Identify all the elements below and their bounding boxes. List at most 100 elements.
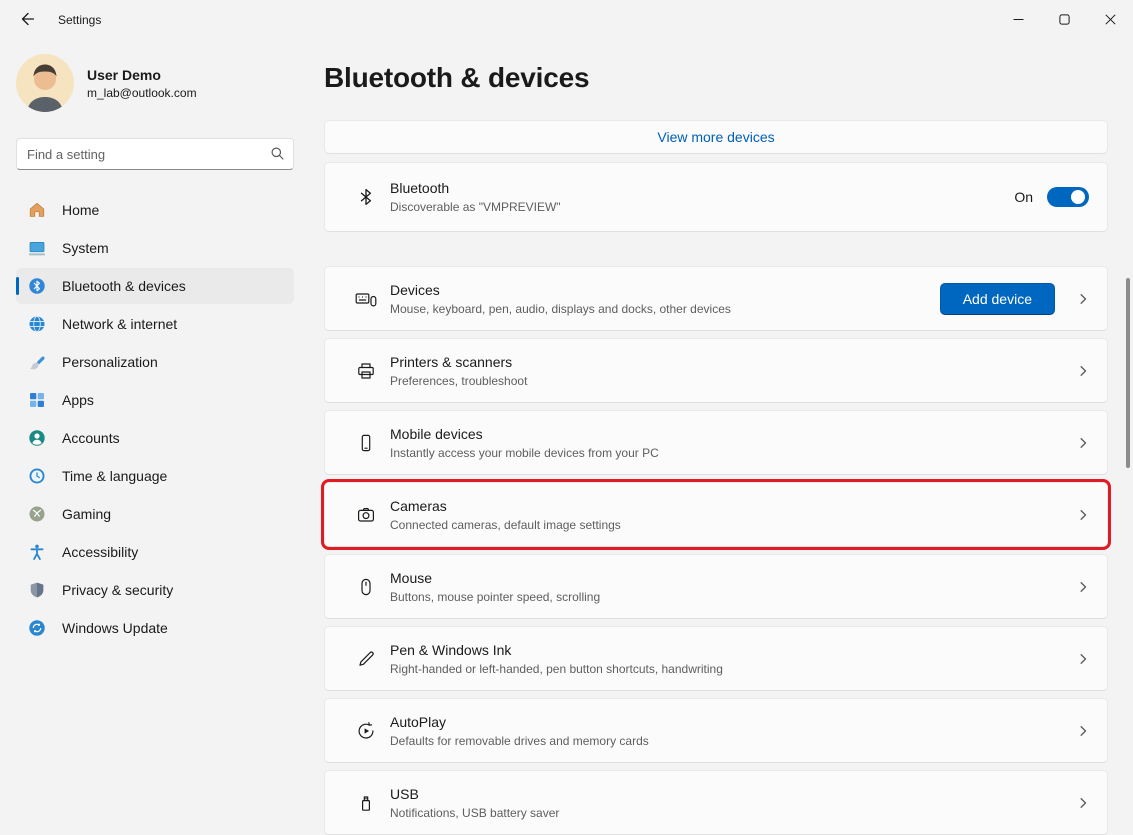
chevron-right-icon	[1077, 725, 1089, 737]
row-text: Devices Mouse, keyboard, pen, audio, dis…	[390, 282, 731, 316]
settings-row-list: Devices Mouse, keyboard, pen, audio, dis…	[324, 266, 1108, 835]
time-language-icon	[28, 467, 46, 485]
maximize-icon	[1058, 13, 1070, 28]
sidebar-item-bluetooth-devices[interactable]: Bluetooth & devices	[16, 268, 294, 304]
sidebar-item-network-internet[interactable]: Network & internet	[16, 306, 294, 342]
titlebar: Settings	[0, 0, 1133, 40]
sidebar-item-label: Accounts	[62, 430, 120, 446]
row-subtitle: Connected cameras, default image setting…	[390, 517, 621, 532]
sidebar-item-label: Bluetooth & devices	[62, 278, 186, 294]
bluetooth-toggle[interactable]	[1047, 187, 1089, 207]
mouse-icon	[355, 577, 377, 597]
row-title: Mobile devices	[390, 425, 483, 442]
user-profile[interactable]: User Demo m_lab@outlook.com	[16, 54, 294, 112]
row-title: Devices	[390, 281, 440, 298]
row-title: AutoPlay	[390, 713, 447, 730]
sidebar-item-privacy-security[interactable]: Privacy & security	[16, 572, 294, 608]
row-text: Cameras Connected cameras, default image…	[390, 498, 621, 532]
sidebar-item-time-language[interactable]: Time & language	[16, 458, 294, 494]
user-info: User Demo m_lab@outlook.com	[87, 67, 197, 100]
sidebar: User Demo m_lab@outlook.com Home System …	[0, 40, 310, 813]
row-printers-scanners[interactable]: Printers & scanners Preferences, trouble…	[324, 338, 1108, 403]
maximize-button[interactable]	[1041, 0, 1087, 40]
close-button[interactable]	[1087, 0, 1133, 40]
search-input[interactable]	[16, 138, 294, 170]
scrollbar-thumb[interactable]	[1126, 278, 1130, 468]
sidebar-item-label: Privacy & security	[62, 582, 174, 598]
chevron-right-icon	[1077, 509, 1089, 521]
pen-icon	[355, 649, 377, 669]
row-title: Cameras	[390, 497, 447, 514]
sidebar-item-label: Accessibility	[62, 544, 139, 560]
minimize-button[interactable]	[995, 0, 1041, 40]
row-pen-windows-ink[interactable]: Pen & Windows Ink Right-handed or left-h…	[324, 626, 1108, 691]
window-controls	[995, 0, 1133, 40]
sidebar-item-label: Windows Update	[62, 620, 168, 636]
sidebar-item-label: Apps	[62, 392, 94, 408]
page-title: Bluetooth & devices	[324, 62, 590, 93]
row-text: Mouse Buttons, mouse pointer speed, scro…	[390, 570, 600, 604]
bluetooth-row-text: Bluetooth Discoverable as "VMPREVIEW"	[390, 180, 561, 214]
network-icon	[28, 315, 46, 333]
bluetooth-setting-row[interactable]: Bluetooth Discoverable as "VMPREVIEW" On	[324, 162, 1108, 232]
apps-icon	[28, 391, 46, 409]
search-box	[16, 138, 294, 170]
chevron-right-icon	[1077, 437, 1089, 449]
app-title: Settings	[58, 13, 102, 27]
camera-icon	[355, 505, 377, 525]
row-text: AutoPlay Defaults for removable drives a…	[390, 714, 649, 748]
sidebar-nav: Home System Bluetooth & devices Network …	[16, 192, 294, 646]
row-autoplay[interactable]: AutoPlay Defaults for removable drives a…	[324, 698, 1108, 763]
view-more-devices-button[interactable]: View more devices	[324, 120, 1108, 154]
sidebar-item-accessibility[interactable]: Accessibility	[16, 534, 294, 570]
sidebar-item-home[interactable]: Home	[16, 192, 294, 228]
row-subtitle: Mouse, keyboard, pen, audio, displays an…	[390, 301, 731, 316]
mobile-devices-icon	[355, 433, 377, 453]
personalization-icon	[28, 353, 46, 371]
sidebar-item-apps[interactable]: Apps	[16, 382, 294, 418]
sidebar-item-windows-update[interactable]: Windows Update	[16, 610, 294, 646]
row-mouse[interactable]: Mouse Buttons, mouse pointer speed, scro…	[324, 554, 1108, 619]
bluetooth-toggle-group: On	[1014, 187, 1089, 207]
search-icon	[270, 146, 285, 161]
main-content: Bluetooth & devices View more devices Bl…	[310, 40, 1133, 835]
gaming-icon	[28, 505, 46, 523]
user-email: m_lab@outlook.com	[87, 85, 197, 100]
bluetooth-status-label: On	[1014, 189, 1033, 205]
sidebar-item-personalization[interactable]: Personalization	[16, 344, 294, 380]
add-device-button[interactable]: Add device	[939, 282, 1055, 315]
toggle-knob	[1071, 190, 1085, 204]
row-subtitle: Defaults for removable drives and memory…	[390, 733, 649, 748]
sidebar-item-label: System	[62, 240, 109, 256]
accounts-icon	[28, 429, 46, 447]
accessibility-icon	[28, 543, 46, 561]
bluetooth-row-title: Bluetooth	[390, 180, 450, 196]
close-icon	[1104, 13, 1116, 28]
user-name: User Demo	[87, 66, 161, 83]
back-button[interactable]	[10, 4, 46, 36]
row-text: Mobile devices Instantly access your mob…	[390, 426, 659, 460]
sidebar-item-system[interactable]: System	[16, 230, 294, 266]
row-title: Pen & Windows Ink	[390, 641, 512, 658]
chevron-right-icon	[1077, 797, 1089, 809]
sidebar-item-label: Personalization	[62, 354, 158, 370]
system-icon	[28, 239, 46, 257]
sidebar-item-accounts[interactable]: Accounts	[16, 420, 294, 456]
home-icon	[28, 201, 46, 219]
chevron-right-icon	[1077, 581, 1089, 593]
sidebar-item-label: Gaming	[62, 506, 112, 522]
row-text: Printers & scanners Preferences, trouble…	[390, 354, 527, 388]
row-cameras[interactable]: Cameras Connected cameras, default image…	[324, 482, 1108, 547]
view-more-devices-label: View more devices	[657, 129, 775, 145]
back-arrow-icon	[20, 11, 36, 30]
row-subtitle: Preferences, troubleshoot	[390, 373, 528, 388]
windows-update-icon	[28, 619, 46, 637]
row-usb[interactable]: USB Notifications, USB battery saver	[324, 770, 1108, 835]
bluetooth-icon	[28, 277, 46, 295]
row-devices[interactable]: Devices Mouse, keyboard, pen, audio, dis…	[324, 266, 1108, 331]
chevron-right-icon	[1077, 293, 1089, 305]
row-text: Pen & Windows Ink Right-handed or left-h…	[390, 642, 723, 676]
sidebar-item-gaming[interactable]: Gaming	[16, 496, 294, 532]
autoplay-icon	[355, 721, 377, 741]
row-mobile-devices[interactable]: Mobile devices Instantly access your mob…	[324, 410, 1108, 475]
